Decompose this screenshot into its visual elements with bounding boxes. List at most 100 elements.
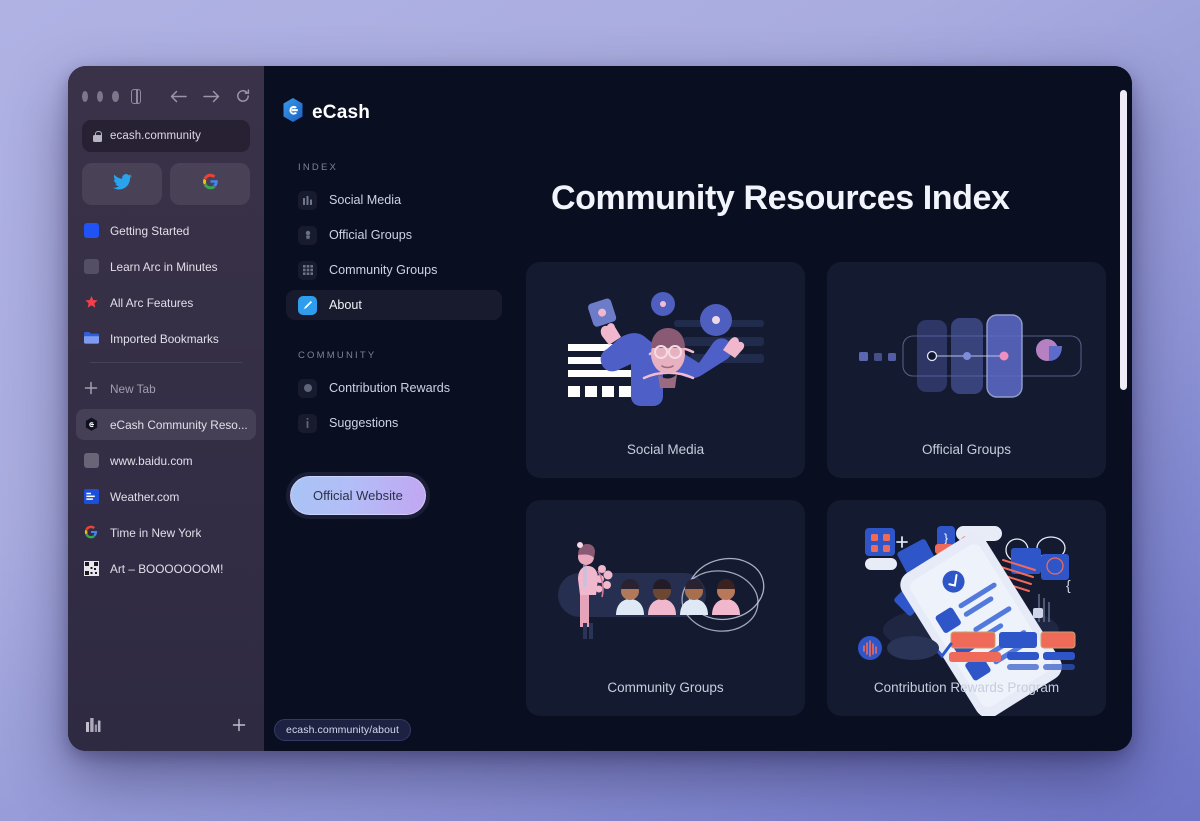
tab-art-boooooom[interactable]: Art – BOOOOOOOM! bbox=[76, 553, 256, 584]
twitter-icon bbox=[112, 173, 132, 195]
toc-heading-community: COMMUNITY bbox=[298, 350, 377, 361]
library-chart-icon[interactable] bbox=[86, 717, 101, 737]
maximize-window-button[interactable] bbox=[112, 90, 119, 102]
toc-item-label: Official Groups bbox=[329, 228, 413, 242]
close-window-button[interactable] bbox=[82, 90, 89, 102]
sidebar-item-label: All Arc Features bbox=[110, 295, 194, 310]
status-url: ecash.community/about bbox=[274, 719, 411, 741]
sidebar-item-learn-arc[interactable]: Learn Arc in Minutes bbox=[76, 251, 256, 282]
tab-label: Weather.com bbox=[110, 489, 180, 504]
sidebar-top: ecash.community bbox=[68, 66, 264, 205]
card-caption: Social Media bbox=[626, 442, 705, 457]
scrollbar-thumb[interactable] bbox=[1120, 90, 1127, 390]
pencil-icon bbox=[298, 295, 317, 315]
resource-card-grid: Social Media Official Groups Community G… bbox=[526, 262, 1106, 716]
page-content: eCash INDEX Social Media Official Groups bbox=[264, 66, 1132, 751]
connected-cards-illustration bbox=[827, 274, 1106, 442]
sidebar-item-label: Getting Started bbox=[110, 223, 190, 238]
browser-window: ecash.community Getting Started Learn Ar… bbox=[68, 66, 1132, 751]
toc-item-official-groups[interactable]: Official Groups bbox=[286, 220, 502, 250]
official-website-button[interactable]: Official Website bbox=[290, 476, 426, 515]
red-star-icon bbox=[84, 295, 99, 310]
svg-text:{: { bbox=[1066, 577, 1071, 593]
toc-item-community-groups[interactable]: Community Groups bbox=[286, 255, 502, 285]
toc-item-social-media[interactable]: Social Media bbox=[286, 185, 502, 215]
browser-sidebar: ecash.community Getting Started Learn Ar… bbox=[68, 66, 264, 751]
circle-icon bbox=[298, 378, 317, 398]
toc-heading-index: INDEX bbox=[298, 162, 339, 173]
toc-item-label: Social Media bbox=[329, 193, 402, 207]
forward-arrow-icon[interactable] bbox=[203, 90, 220, 103]
sidebar-divider bbox=[90, 362, 242, 363]
badge-icon bbox=[298, 225, 317, 245]
resource-card-community-groups[interactable]: Community Groups bbox=[526, 500, 805, 716]
grid-small-icon bbox=[298, 190, 317, 210]
info-icon bbox=[298, 413, 317, 433]
ecash-favicon bbox=[84, 417, 99, 432]
toc-item-label: Community Groups bbox=[329, 263, 438, 277]
site-brand[interactable]: eCash bbox=[282, 98, 370, 127]
reload-icon[interactable] bbox=[236, 89, 250, 103]
quick-links-row bbox=[82, 163, 250, 205]
minimize-window-button[interactable] bbox=[97, 90, 104, 102]
grid-icon bbox=[298, 260, 317, 280]
toc-item-suggestions[interactable]: Suggestions bbox=[286, 408, 502, 438]
toc-item-label: Contribution Rewards bbox=[329, 381, 451, 395]
tab-baidu[interactable]: www.baidu.com bbox=[76, 445, 256, 476]
toc-item-label: Suggestions bbox=[329, 416, 399, 430]
plus-icon[interactable] bbox=[232, 718, 246, 737]
tab-ecash-community[interactable]: eCash Community Reso... bbox=[76, 409, 256, 440]
resource-card-social-media[interactable]: Social Media bbox=[526, 262, 805, 478]
tab-label: Art – BOOOOOOOM! bbox=[110, 561, 224, 576]
isometric-phone-illustration: } { bbox=[827, 512, 1106, 716]
toc-item-about[interactable]: About bbox=[286, 290, 502, 320]
page-title: Community Resources Index bbox=[551, 179, 1010, 217]
sidebar-item-imported-bookmarks[interactable]: Imported Bookmarks bbox=[76, 323, 256, 354]
main-column: Community Resources Index Social Media O… bbox=[526, 66, 1106, 751]
tab-label: eCash Community Reso... bbox=[110, 417, 248, 432]
new-tab-label: New Tab bbox=[110, 381, 156, 396]
plus-icon bbox=[84, 381, 99, 396]
google-icon bbox=[202, 173, 219, 195]
toc-item-contribution-rewards[interactable]: Contribution Rewards bbox=[286, 373, 502, 403]
folder-icon bbox=[84, 331, 99, 346]
blue-square-icon bbox=[84, 223, 99, 238]
blank-favicon bbox=[84, 453, 99, 468]
new-tab-button[interactable]: New Tab bbox=[76, 373, 256, 404]
address-bar[interactable]: ecash.community bbox=[82, 120, 250, 152]
card-caption: Contribution Rewards Program bbox=[873, 680, 1060, 695]
google-shortcut[interactable] bbox=[170, 163, 250, 205]
tab-time-in-new-york[interactable]: Time in New York bbox=[76, 517, 256, 548]
weather-favicon bbox=[84, 489, 99, 504]
tab-weather[interactable]: Weather.com bbox=[76, 481, 256, 512]
sidebar-item-getting-started[interactable]: Getting Started bbox=[76, 215, 256, 246]
twitter-shortcut[interactable] bbox=[82, 163, 162, 205]
pinned-list: Getting Started Learn Arc in Minutes All… bbox=[68, 205, 264, 589]
svg-text:}: } bbox=[943, 531, 947, 545]
card-caption: Community Groups bbox=[607, 680, 724, 695]
back-arrow-icon[interactable] bbox=[170, 90, 187, 103]
people-row-illustration bbox=[526, 512, 805, 680]
resource-card-official-groups[interactable]: Official Groups bbox=[827, 262, 1106, 478]
art-favicon bbox=[84, 561, 99, 576]
sidebar-footer bbox=[68, 707, 264, 751]
window-controls bbox=[82, 86, 250, 106]
ecash-hex-logo bbox=[282, 98, 304, 127]
sidebar-item-label: Learn Arc in Minutes bbox=[110, 259, 218, 274]
card-caption: Official Groups bbox=[921, 442, 1012, 457]
google-favicon bbox=[84, 525, 99, 540]
web-page: eCash INDEX Social Media Official Groups bbox=[264, 66, 1132, 751]
table-of-contents: INDEX Social Media Official Groups Commu… bbox=[286, 162, 502, 443]
resource-card-contribution-rewards[interactable]: } {Contribution Rewards Program bbox=[827, 500, 1106, 716]
address-bar-value: ecash.community bbox=[110, 130, 201, 142]
navigation-controls bbox=[170, 89, 250, 103]
brand-name: eCash bbox=[312, 101, 371, 123]
toc-item-label: About bbox=[329, 298, 362, 312]
tab-label: www.baidu.com bbox=[110, 453, 193, 468]
sidebar-toggle-icon[interactable] bbox=[130, 88, 141, 104]
sidebar-item-label: Imported Bookmarks bbox=[110, 331, 219, 346]
lock-icon bbox=[93, 130, 103, 142]
sidebar-item-all-arc-features[interactable]: All Arc Features bbox=[76, 287, 256, 318]
page-scrollbar[interactable] bbox=[1120, 84, 1127, 733]
arc-learn-icon bbox=[84, 259, 99, 274]
